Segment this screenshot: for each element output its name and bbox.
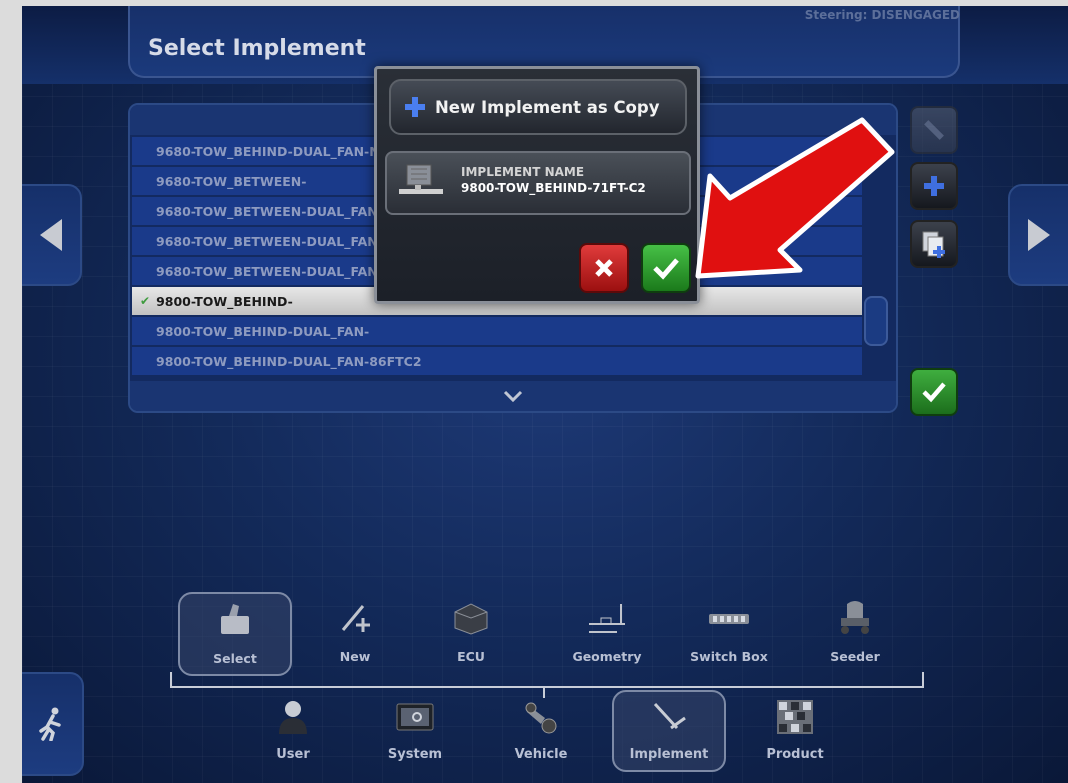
list-item[interactable]: 9800-TOW_BEHIND-DUAL_FAN-86FTC2 — [132, 347, 862, 375]
implement-hitch-icon — [653, 702, 686, 730]
subtab-label: New — [339, 649, 371, 664]
checkmark-icon — [922, 382, 946, 403]
tab-user[interactable]: User — [238, 692, 348, 770]
switch-box-icon — [709, 614, 749, 624]
subtab-label: Switch Box — [690, 649, 768, 664]
subtab-seeder[interactable]: Seeder — [800, 592, 910, 672]
plus-icon — [924, 176, 944, 196]
seeder-icon — [841, 601, 869, 634]
subtab-label: Seeder — [830, 649, 880, 664]
implement-name-value: 9800-TOW_BEHIND-71FT-C2 — [461, 181, 646, 195]
red-annotation-arrow — [695, 117, 895, 279]
steering-status: Steering: DISENGAGED — [804, 8, 960, 22]
list-item-label: 9680-TOW_BEHIND-DUAL_FAN-NH3 — [156, 143, 399, 159]
implement-icon — [399, 164, 443, 194]
subtab-label: Geometry — [572, 649, 642, 664]
checkmark-icon: ✔ — [140, 294, 151, 308]
subtab-ecu[interactable]: ECU — [416, 592, 526, 672]
list-item-label: 9680-TOW_BETWEEN- — [156, 173, 307, 189]
arrow-left-icon — [40, 219, 62, 251]
arrow-right-icon — [1028, 219, 1050, 251]
subtab-new[interactable]: New — [300, 592, 410, 672]
subtab-switch-box[interactable]: Switch Box — [674, 592, 784, 672]
subtab-label: Select — [213, 651, 257, 666]
system-display-icon — [396, 703, 434, 731]
previous-page-button[interactable] — [22, 184, 82, 286]
implement-name-field[interactable]: IMPLEMENT NAME 9800-TOW_BEHIND-71FT-C2 — [385, 151, 691, 215]
user-icon — [279, 701, 307, 734]
new-implement-icon — [341, 605, 370, 632]
list-item-label: 9680-TOW_BETWEEN-DUAL_FAN- — [156, 203, 383, 219]
exit-button[interactable] — [22, 672, 84, 776]
tab-vehicle[interactable]: Vehicle — [486, 692, 596, 770]
select-hand-icon — [221, 604, 249, 634]
ecu-box-icon — [454, 603, 488, 635]
cancel-button[interactable] — [579, 243, 629, 293]
subtab-geometry[interactable]: Geometry — [552, 592, 662, 672]
scroll-down-button[interactable] — [130, 381, 896, 411]
main-tab-label: User — [276, 747, 310, 762]
pencil-icon — [924, 120, 944, 140]
next-page-button[interactable] — [1008, 184, 1068, 286]
main-tab-label: Implement — [629, 747, 709, 762]
geometry-icon — [589, 604, 625, 633]
tab-product[interactable]: Product — [740, 692, 850, 770]
implement-name-caption: IMPLEMENT NAME — [461, 165, 585, 179]
plus-icon — [405, 97, 425, 117]
running-man-icon — [39, 707, 61, 741]
main-tab-label: System — [387, 747, 443, 762]
list-item-label: 9800-TOW_BEHIND- — [156, 293, 293, 309]
close-icon — [595, 259, 613, 277]
product-map-icon — [777, 700, 813, 734]
list-item-label: 9800-TOW_BEHIND-DUAL_FAN- — [156, 323, 370, 339]
confirm-selection-button[interactable] — [910, 368, 958, 416]
list-item-label: 9800-TOW_BEHIND-DUAL_FAN-86FTC2 — [156, 353, 422, 369]
tab-implement[interactable]: Implement — [612, 690, 726, 772]
page-title: Select Implement — [148, 36, 366, 61]
copy-button-label: New Implement as Copy — [435, 97, 660, 117]
list-item[interactable]: 9800-TOW_BEHIND-DUAL_FAN- — [132, 317, 862, 345]
chevron-down-icon — [503, 390, 523, 403]
main-tab-label: Product — [766, 747, 824, 762]
tab-system[interactable]: System — [360, 692, 470, 770]
list-item-label: 9680-TOW_BETWEEN-DUAL_FAN-LIQ — [156, 233, 407, 249]
display-screen: Select Implement Steering: DISENGAGED 96… — [22, 6, 1068, 783]
subtab-label: ECU — [457, 649, 485, 664]
subtab-select[interactable]: Select — [178, 592, 292, 676]
main-tab-label: Vehicle — [514, 747, 568, 762]
vehicle-tractor-icon — [525, 702, 557, 734]
copy-implement-dialog: New Implement as Copy IMPLEMENT NAME 980… — [374, 66, 700, 304]
subtab-bracket — [170, 672, 924, 688]
copy-document-icon — [922, 231, 945, 258]
new-implement-as-copy-button[interactable]: New Implement as Copy — [389, 79, 687, 135]
